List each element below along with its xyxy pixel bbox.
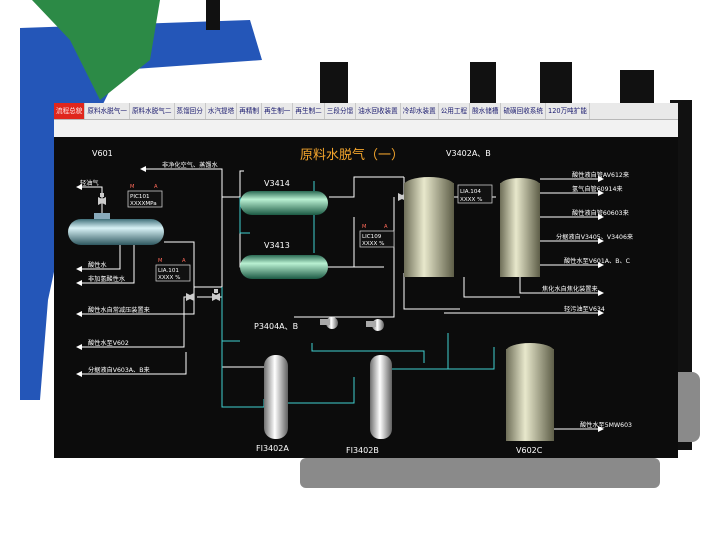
stream-right-7: 轻污油至V634	[564, 305, 605, 313]
svg-text:LIA.101: LIA.101	[158, 268, 179, 274]
tab-acid-tank[interactable]: 酸水储槽	[470, 103, 502, 119]
tab-regen-2[interactable]: 再生制二	[293, 103, 325, 119]
svg-text:A: A	[154, 184, 158, 190]
v3414-label: V3414	[264, 179, 290, 188]
v602c-label: V602C	[516, 446, 543, 455]
stream-right-5: 酸性水至V601A、B、C	[564, 257, 630, 265]
svg-text:M: M	[130, 184, 134, 190]
svg-text:LIC109: LIC109	[362, 234, 382, 240]
fi3402b-label: FI3402B	[346, 446, 379, 455]
stream-top-center: 非净化空气、蒸馏水	[162, 161, 218, 169]
stream-right-6: 焦化水自焦化装置来	[542, 285, 598, 293]
pic101-faceplate[interactable]: M A PIC101 XXXXMPa	[127, 184, 163, 208]
stream-non-desulf: 非加氢酸性水	[88, 275, 126, 283]
fi3402b-filter[interactable]	[370, 355, 392, 439]
stream-right-2: 氢气自管60914来	[572, 185, 623, 193]
tab-expansion[interactable]: 120万吨扩能	[546, 103, 590, 119]
process-diagram: 原料水脱气（一） V601 V3414 V3413 V3402A、B P3404…	[68, 147, 633, 455]
v602c-tank[interactable]	[506, 343, 554, 441]
stream-flash-to-v603: 分据液自V603A、B来	[88, 366, 150, 374]
pump-p3404b[interactable]	[366, 319, 384, 331]
svg-text:XXXX %: XXXX %	[158, 275, 180, 281]
fi3402a-filter[interactable]	[264, 355, 288, 439]
v3402-label: V3402A、B	[446, 149, 491, 158]
scada-window: 流程总貌 原料水脱气一 原料水脱气二 蒸馏回分 水汽提塔 再精制 再生制一 再生…	[54, 103, 678, 458]
v601-drum[interactable]	[68, 213, 164, 245]
tab-cooling-water[interactable]: 冷却水装置	[401, 103, 439, 119]
svg-text:M: M	[158, 258, 162, 264]
toolbar-spacer	[54, 120, 678, 137]
tab-stripper[interactable]: 水汽提塔	[206, 103, 238, 119]
svg-text:XXXXMPa: XXXXMPa	[130, 201, 157, 207]
stream-right-3: 酸性液自管60603来	[572, 209, 629, 217]
tab-raw-water-degas-1[interactable]: 原料水脱气一	[85, 103, 130, 119]
stream-acid-water: 酸性水	[88, 261, 107, 269]
svg-text:XXXX %: XXXX %	[362, 241, 384, 247]
tab-sulfur[interactable]: 硫磺回收系统	[501, 103, 546, 119]
process-canvas: 原料水脱气（一） V601 V3414 V3413 V3402A、B P3404…	[54, 137, 678, 458]
lia101-faceplate[interactable]: M A LIA.101 XXXX %	[155, 258, 191, 282]
v3402a-tank[interactable]	[404, 177, 454, 277]
tab-regen-1[interactable]: 再生制一	[262, 103, 294, 119]
v3413-vessel[interactable]	[240, 255, 328, 279]
diagram-title: 原料水脱气（一）	[300, 147, 404, 163]
svg-text:M: M	[362, 224, 366, 230]
v3414-vessel[interactable]	[240, 191, 328, 215]
stream-acid-to-v602: 酸性水至V602	[88, 339, 129, 347]
fi3402a-label: FI3402A	[256, 444, 289, 453]
tab-fractionation[interactable]: 三段分馏	[325, 103, 357, 119]
stream-right-4: 分据液自V3405、V3406来	[556, 233, 633, 241]
svg-text:XXXX %: XXXX %	[460, 197, 482, 203]
stream-fuel-gas: 轻油气	[80, 179, 99, 187]
v601-label: V601	[92, 149, 113, 158]
stream-right-1: 酸性液自管AV612来	[572, 171, 629, 179]
stream-right-8: 酸性水至5MW603	[580, 421, 632, 429]
control-valve-left[interactable]	[186, 293, 194, 301]
menu-bar: 流程总貌 原料水脱气一 原料水脱气二 蒸馏回分 水汽提塔 再精制 再生制一 再生…	[54, 103, 678, 120]
svg-text:A: A	[182, 258, 186, 264]
tab-distillation[interactable]: 蒸馏回分	[175, 103, 206, 119]
tab-utilities[interactable]: 公用工程	[439, 103, 471, 119]
svg-text:PIC101: PIC101	[130, 194, 150, 200]
control-valve-right[interactable]	[212, 289, 220, 301]
stream-acid-pressure: 酸性水自常减压装置来	[88, 306, 150, 314]
lia104-faceplate[interactable]: LIA.104 XXXX %	[457, 184, 493, 204]
svg-text:LIA.104: LIA.104	[460, 189, 481, 195]
tab-oil-recovery[interactable]: 油水回收装置	[356, 103, 401, 119]
svg-text:A: A	[384, 224, 388, 230]
logo-black-bar	[206, 0, 220, 30]
pump-p3404a[interactable]	[320, 317, 338, 329]
tab-raw-water-degas-2[interactable]: 原料水脱气二	[130, 103, 175, 119]
tab-overview[interactable]: 流程总貌	[54, 103, 86, 119]
tab-refine[interactable]: 再精制	[237, 103, 263, 119]
lic109-faceplate[interactable]: M A LIC109 XXXX %	[359, 224, 395, 248]
p3404-label: P3404A、B	[254, 322, 298, 331]
v3402b-tank[interactable]	[500, 178, 540, 277]
v3413-label: V3413	[264, 241, 290, 250]
